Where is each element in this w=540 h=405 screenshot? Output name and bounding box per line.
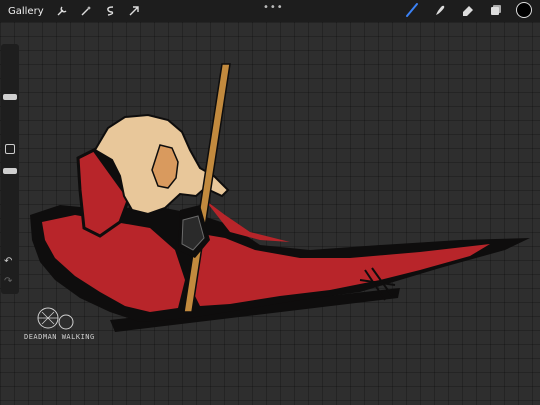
wrench-icon[interactable] — [54, 3, 70, 19]
right-toolbar — [404, 2, 532, 18]
color-picker-button[interactable] — [516, 2, 532, 18]
more-options-button[interactable]: ••• — [263, 2, 284, 13]
eraser-icon[interactable] — [460, 2, 476, 18]
transform-arrow-icon[interactable] — [126, 3, 142, 19]
selection-icon[interactable] — [102, 3, 118, 19]
top-toolbar: Gallery ••• — [0, 0, 540, 22]
layers-icon[interactable] — [488, 2, 504, 18]
modify-button[interactable] — [5, 144, 15, 154]
artwork — [30, 63, 530, 332]
redo-button[interactable]: ↷ — [4, 276, 12, 287]
left-sidebar: ↶ ↷ — [1, 44, 19, 294]
undo-button[interactable]: ↶ — [4, 256, 12, 267]
brush-size-slider[interactable] — [3, 94, 17, 100]
smudge-icon[interactable] — [432, 2, 448, 18]
magic-wand-icon[interactable] — [78, 3, 94, 19]
opacity-slider[interactable] — [3, 168, 17, 174]
brush-icon[interactable] — [404, 2, 420, 18]
artist-signature: DEADMAN WALKING — [24, 333, 95, 341]
gallery-button[interactable]: Gallery — [8, 6, 44, 17]
signature-doodle — [37, 307, 74, 330]
